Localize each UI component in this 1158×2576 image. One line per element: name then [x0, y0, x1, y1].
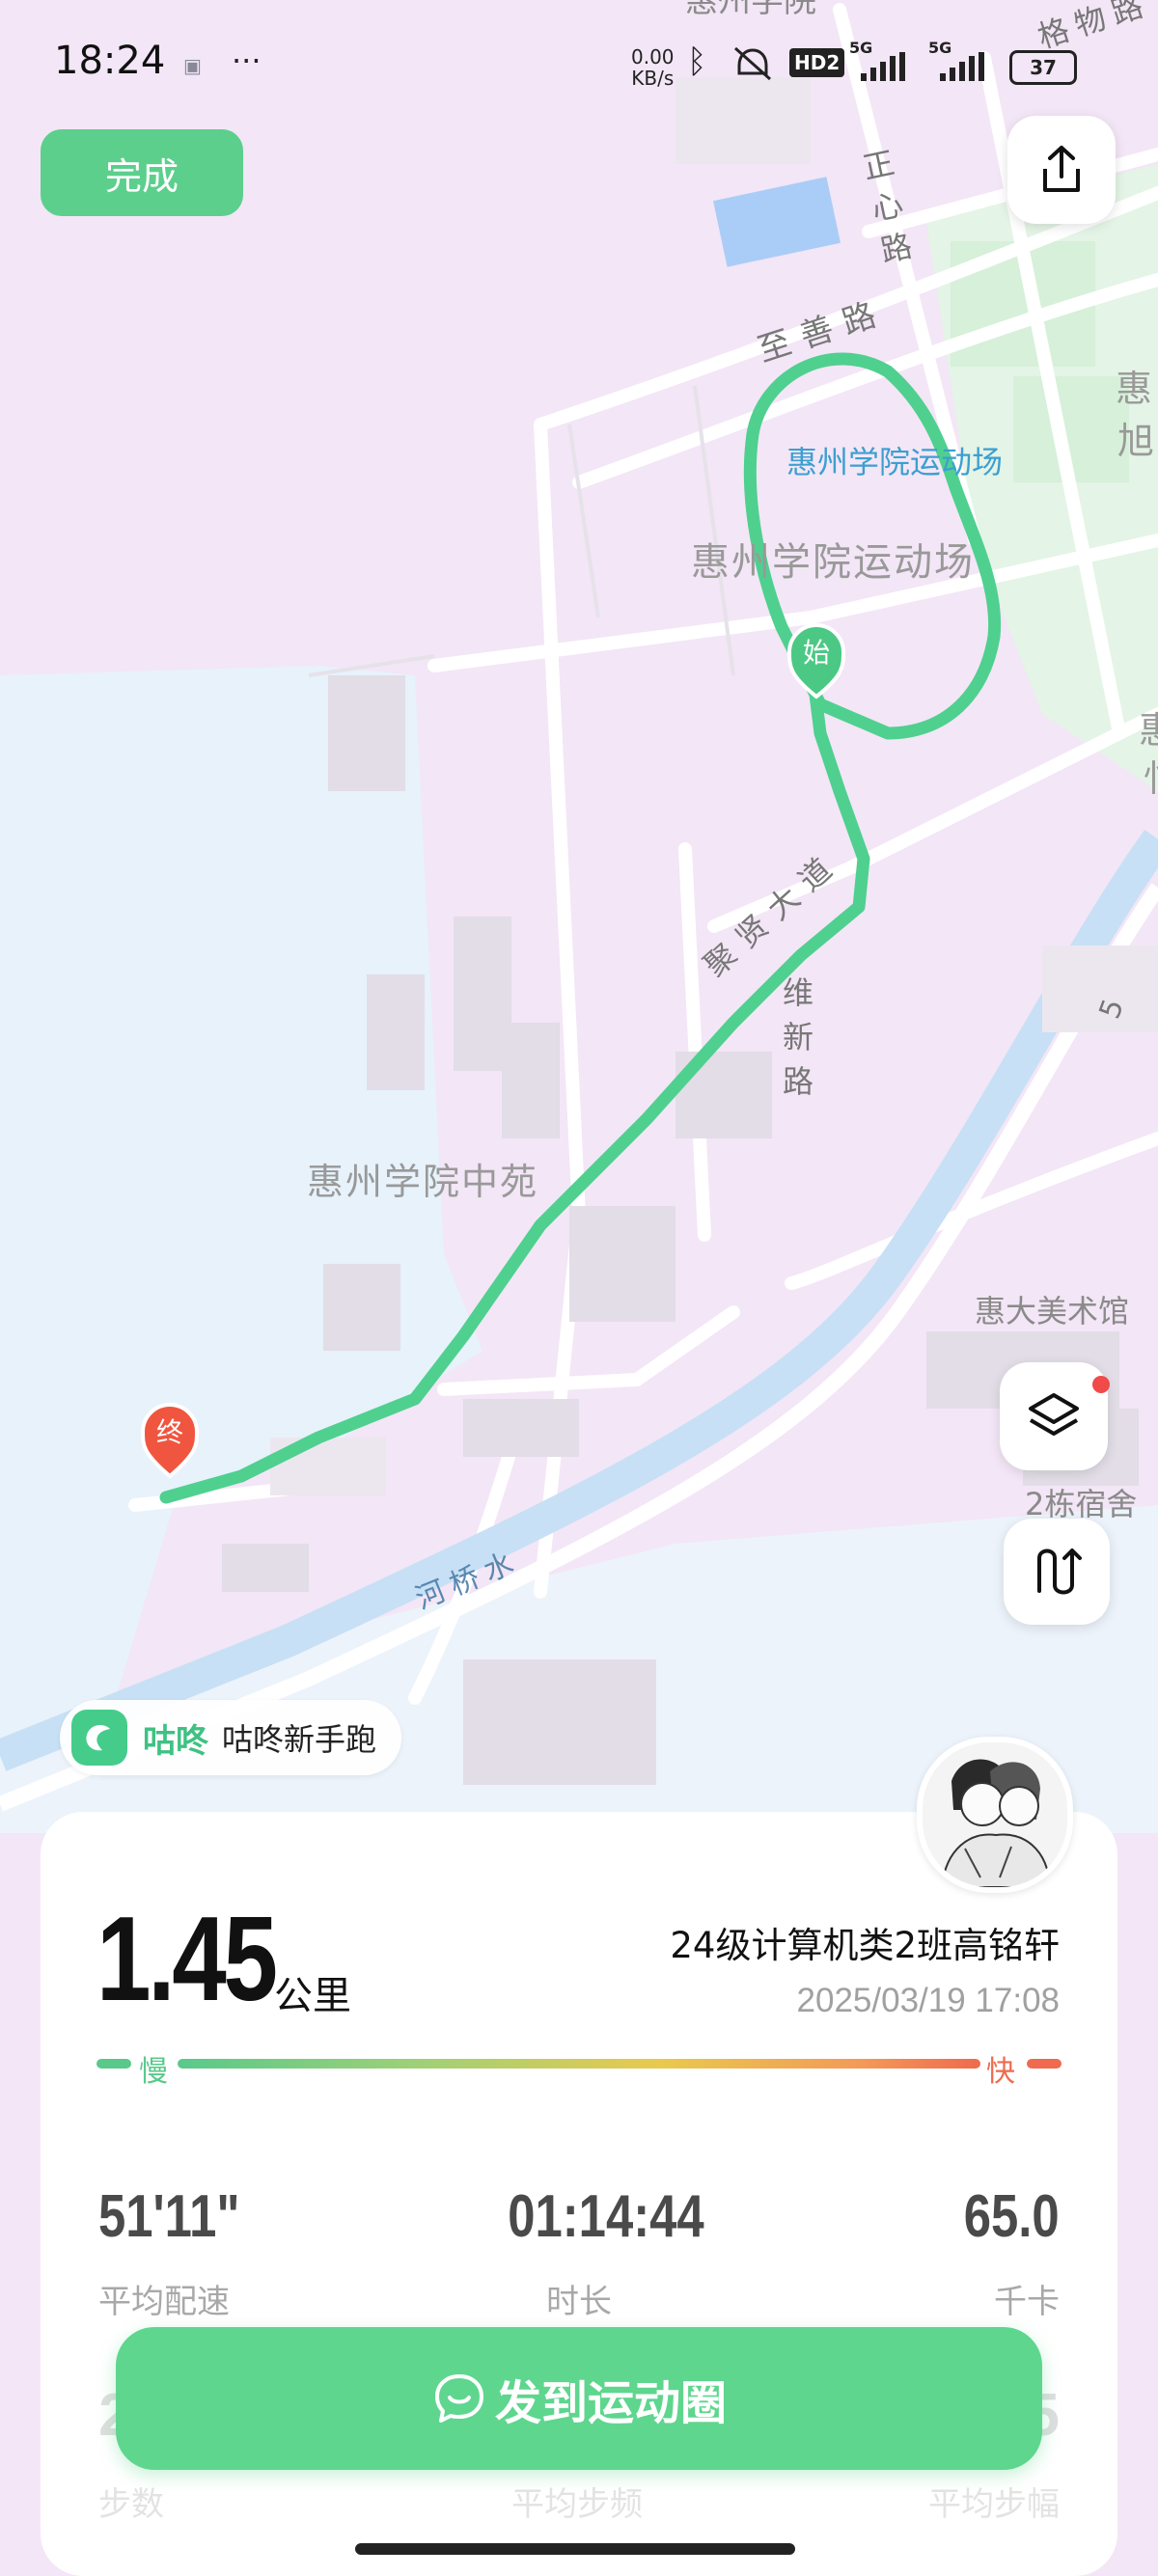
- mute-icon: [734, 46, 771, 81]
- track-replay-button[interactable]: [1004, 1519, 1110, 1625]
- avg-cadence-label: 平均步频: [511, 2485, 643, 2524]
- notification-icon: ▣: [183, 54, 202, 77]
- distance-unit: 公里: [274, 1974, 351, 2018]
- codoon-logo-icon: [71, 1710, 127, 1766]
- layers-icon: [1029, 1393, 1079, 1436]
- home-indicator[interactable]: [355, 2543, 795, 2555]
- app-tag: 咕咚 咕咚新手跑: [60, 1700, 402, 1775]
- workout-datetime: 2025/03/19 17:08: [796, 1982, 1060, 2019]
- share-icon: [1043, 146, 1080, 192]
- signal-1-icon: [861, 52, 905, 81]
- signal-2-icon: [940, 52, 984, 81]
- avg-stride-label: 平均步幅: [928, 2485, 1060, 2524]
- distance-value: 1.45: [96, 1893, 278, 2026]
- bluetooth-icon: ᛒ: [687, 42, 707, 81]
- map-label-right-yi: 忄: [1143, 757, 1158, 800]
- pace-fast-label: 快: [986, 2055, 1015, 2089]
- pace-slow-dash: [96, 2059, 131, 2069]
- net-speed: 0.00 KB/s: [631, 46, 675, 89]
- calories-label: 千卡: [994, 2283, 1060, 2321]
- map-label-art-museum: 惠大美术馆: [975, 1293, 1129, 1329]
- avg-pace-label: 平均配速: [98, 2283, 230, 2321]
- start-marker-label: 始: [803, 637, 830, 669]
- map-label-stadium-gray: 惠州学院运动场: [691, 540, 975, 585]
- duration-label: 时长: [546, 2283, 612, 2321]
- user-name: 24级计算机类2班高铭轩: [670, 1925, 1060, 1966]
- end-marker-label: 终: [156, 1416, 183, 1448]
- map-label-right-xu: 旭: [1117, 420, 1154, 462]
- app-tag-text: 咕咚新手跑: [222, 1721, 377, 1758]
- map-label-weixin-road: 维新路: [778, 976, 814, 1110]
- share-button[interactable]: [1007, 116, 1116, 224]
- pace-slow-label: 慢: [139, 2055, 168, 2089]
- avatar[interactable]: [917, 1737, 1073, 1893]
- map-label-right-hui-1: 惠: [1116, 368, 1152, 410]
- map-label-right-hui-2: 惠: [1139, 709, 1158, 752]
- more-notifications-icon: ···: [232, 42, 262, 79]
- app-brand: 咕咚: [143, 1721, 208, 1761]
- layers-badge-dot: [1092, 1376, 1110, 1393]
- net-speed-unit: KB/s: [631, 67, 675, 90]
- done-button[interactable]: 完成: [41, 129, 243, 216]
- share-to-feed-label: 发到运动圈: [494, 2376, 727, 2430]
- status-time: 18:24: [54, 39, 166, 83]
- share-to-feed-button[interactable]: 发到运动圈: [116, 2327, 1042, 2470]
- pace-gradient-bar: [178, 2059, 980, 2069]
- map-label-dorm: 2栋宿舍: [1025, 1486, 1137, 1522]
- avg-pace-value: 51'11": [98, 2183, 240, 2250]
- status-bar: 18:24 ▣ ··· 0.00 KB/s ᛒ HD2 5G 5G 37: [0, 0, 1158, 125]
- net-speed-value: 0.00: [631, 45, 675, 69]
- hd-badge: HD2: [789, 48, 845, 77]
- avatar-image: [923, 1742, 1067, 1887]
- chat-bubble-icon: [434, 2374, 483, 2423]
- map-label-stadium-blue: 惠州学院运动场: [786, 444, 1003, 480]
- map-layers-button[interactable]: [1000, 1362, 1110, 1470]
- map-label-zhongyuan: 惠州学院中苑: [307, 1161, 538, 1203]
- duration-value: 01:14:44: [508, 2183, 704, 2250]
- calories-value: 65.0: [964, 2183, 1060, 2250]
- pace-fast-dash: [1027, 2059, 1062, 2069]
- battery-icon: 37: [1009, 50, 1077, 85]
- steps-label: 步数: [98, 2485, 164, 2524]
- route-icon: [1037, 1548, 1082, 1595]
